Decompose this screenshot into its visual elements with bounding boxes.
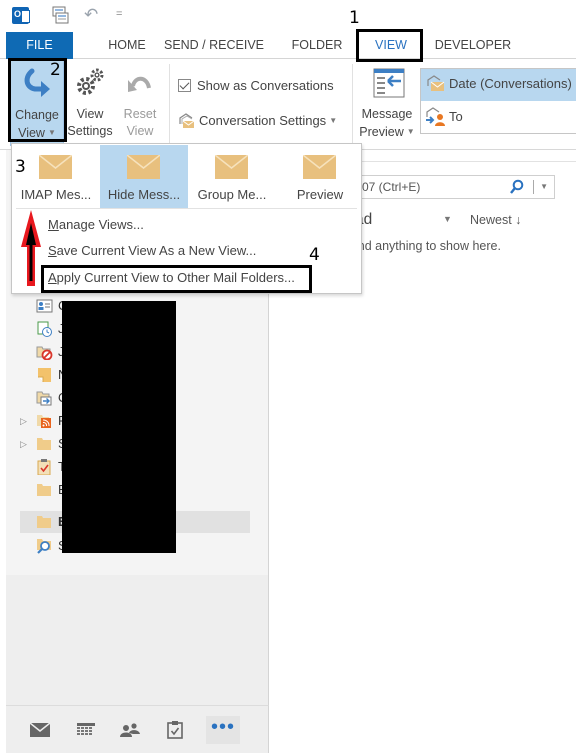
- navigation-bar: •••: [6, 705, 269, 753]
- search-separator: [533, 180, 534, 194]
- nav-tasks-button[interactable]: [161, 716, 189, 744]
- ribbon-separator: [352, 64, 353, 144]
- conversation-icon: [179, 113, 195, 128]
- annotation-box-apply-view: [41, 265, 312, 293]
- menu-item-rest: ave Current View As a New View...: [56, 243, 257, 258]
- contacts-icon: [36, 299, 53, 313]
- search-placeholder: 07 (Ctrl+E): [362, 180, 421, 194]
- search-icon[interactable]: [510, 179, 524, 195]
- people-icon: [120, 723, 140, 737]
- nav-people-button[interactable]: [116, 716, 144, 744]
- calendar-icon: [77, 723, 95, 735]
- annotation-arrow-up-icon: [21, 210, 41, 286]
- tab-developer[interactable]: DEVELOPER: [428, 32, 518, 59]
- nav-mail-button[interactable]: [26, 716, 54, 744]
- outlook-app-icon[interactable]: O: [12, 7, 30, 24]
- message-preview-button[interactable]: Message Preview ▼: [356, 60, 418, 146]
- tab-folder[interactable]: FOLDER: [282, 32, 352, 59]
- reset-view-label: Reset View: [123, 107, 157, 138]
- search-scope-dropdown[interactable]: ▼: [540, 176, 548, 198]
- annotation-number-3: 3: [15, 157, 26, 177]
- reset-view-button[interactable]: Reset View: [116, 60, 164, 146]
- expand-arrow-icon[interactable]: ▷: [20, 410, 27, 432]
- notes-icon: [38, 368, 51, 382]
- filter-dropdown-arrow-icon[interactable]: ▼: [443, 214, 452, 224]
- sort-order-button[interactable]: Newest ↓: [470, 213, 521, 227]
- accel-key: M: [48, 217, 59, 232]
- search-input[interactable]: 07 (Ctrl+E) ▼: [355, 175, 555, 199]
- junk-email-icon: [36, 346, 53, 360]
- envelope-icon: [127, 155, 160, 179]
- tasks-icon: [167, 721, 183, 739]
- gears-icon: [77, 68, 104, 95]
- nav-more-button[interactable]: •••: [206, 716, 240, 744]
- expand-arrow-icon[interactable]: ▷: [20, 433, 27, 455]
- show-as-conversations-checkbox[interactable]: Show as Conversations: [178, 76, 334, 96]
- search-folder-icon: [37, 539, 51, 554]
- tab-home[interactable]: HOME: [84, 32, 170, 59]
- mail-icon: [29, 722, 51, 737]
- annotation-number-2: 2: [50, 60, 61, 80]
- undo-icon[interactable]: ↶: [84, 5, 98, 25]
- view-preview[interactable]: Preview: [276, 145, 364, 208]
- arrangement-to[interactable]: To: [421, 102, 576, 134]
- view-settings-button[interactable]: View Settings: [66, 60, 114, 146]
- tasks-icon: [37, 459, 51, 475]
- nav-calendar-button[interactable]: [72, 716, 100, 744]
- rss-feeds-icon: [37, 415, 51, 428]
- to-recipient-icon: [426, 107, 445, 126]
- ribbon-tabs: FILE HOME SEND / RECEIVE FOLDER VIEW DEV…: [0, 32, 576, 59]
- envelope-icon: [215, 155, 248, 179]
- checkbox-checked-icon[interactable]: [178, 79, 191, 92]
- ribbon-separator: [169, 64, 170, 144]
- journal-icon: [37, 321, 52, 337]
- customize-qat-icon[interactable]: =: [116, 8, 122, 20]
- folder-icon: [37, 484, 51, 496]
- send-receive-all-icon[interactable]: [52, 6, 69, 24]
- redacted-area: [62, 301, 176, 553]
- menu-separator: [16, 208, 357, 209]
- arrangement-date-conversations[interactable]: Date (Conversations): [421, 69, 576, 101]
- list-divider: [355, 161, 576, 162]
- menu-item-rest: anage Views...: [58, 217, 144, 232]
- reset-undo-icon: [128, 76, 151, 92]
- empty-list-message: ind anything to show here.: [355, 239, 501, 253]
- folder-icon: [37, 516, 51, 528]
- save-current-view-menu-item[interactable]: Save Current View As a New View...: [48, 240, 256, 262]
- tab-file[interactable]: FILE: [6, 32, 73, 59]
- folder-pane-empty-area: [6, 575, 269, 705]
- envelope-icon: [39, 155, 72, 179]
- quick-access-toolbar: O ↶ =: [0, 0, 576, 32]
- annotation-number-1: 1: [349, 8, 360, 28]
- view-group-messages[interactable]: Group Me...: [188, 145, 276, 208]
- outbox-icon: [36, 391, 52, 406]
- tab-send-receive[interactable]: SEND / RECEIVE: [160, 32, 268, 59]
- view-settings-label: View Settings: [67, 107, 113, 138]
- message-preview-icon: [373, 68, 405, 98]
- envelope-icon: [303, 155, 336, 179]
- ribbon: Change View ▼ View Settings Reset View Sh…: [0, 60, 576, 150]
- annotation-box-view-tab: [356, 29, 423, 62]
- accel-key: S: [48, 243, 57, 258]
- manage-views-menu-item[interactable]: Manage Views...: [48, 214, 144, 236]
- conversation-settings-button[interactable]: Conversation Settings ▼: [178, 111, 337, 131]
- view-hide-messages[interactable]: Hide Mess...: [100, 145, 188, 208]
- annotation-number-4: 4: [309, 245, 320, 265]
- arrangement-gallery: Date (Conversations) To: [420, 68, 576, 134]
- message-preview-label: Message Preview ▼: [359, 107, 415, 139]
- date-conversations-icon: [427, 75, 445, 91]
- folder-icon: [37, 438, 51, 450]
